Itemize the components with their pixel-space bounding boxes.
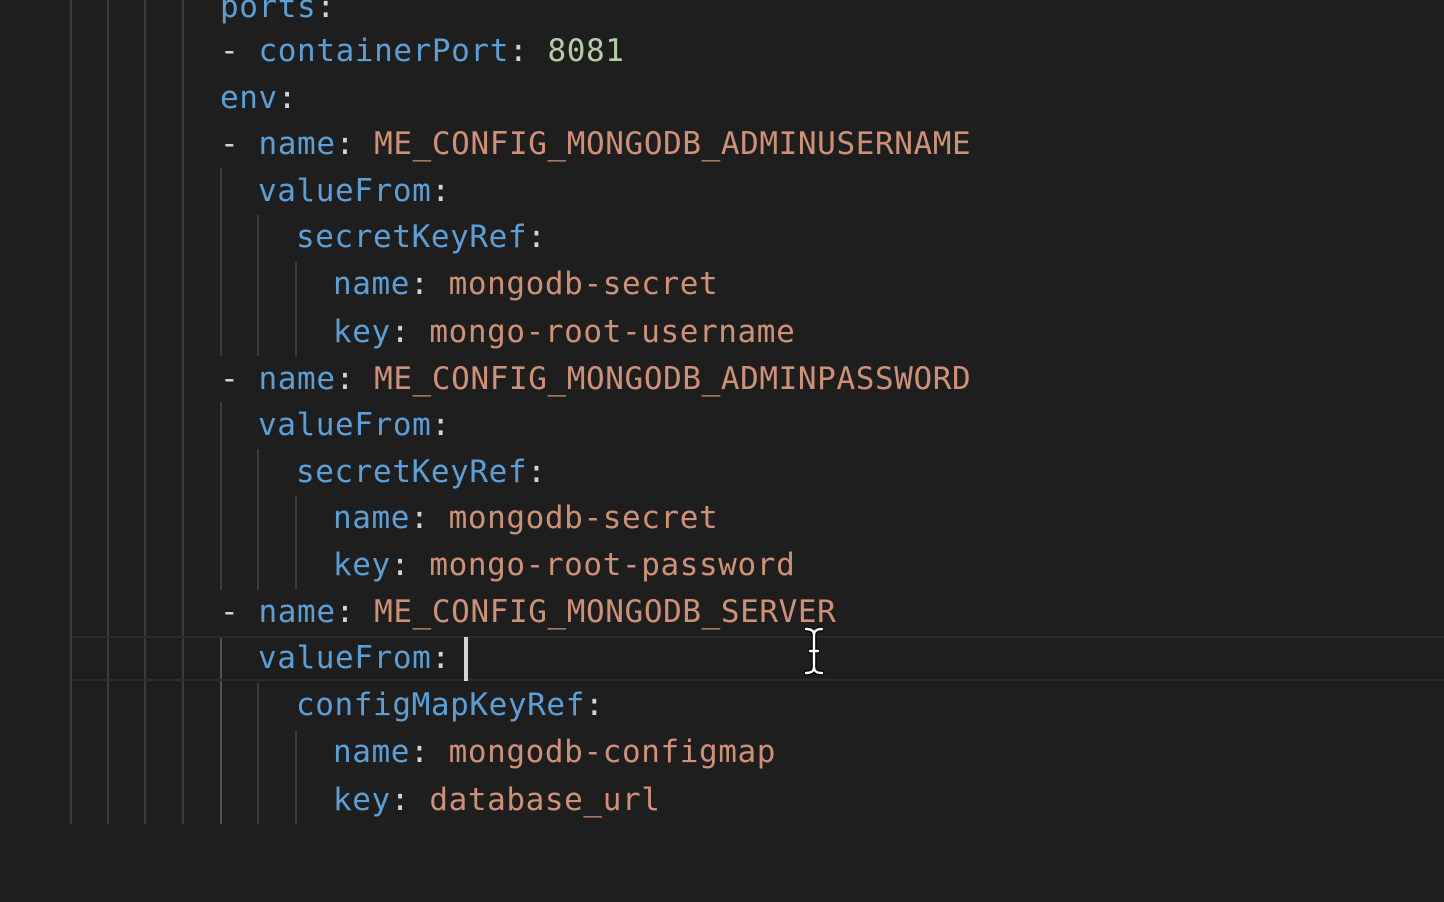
code-token: mongodb-secret [448,500,719,536]
code-line[interactable]: valueFrom: [258,402,451,448]
code-line[interactable]: name: mongodb-configmap [333,729,776,775]
indent-guide [144,0,146,824]
code-token: : [335,361,375,397]
code-token: : [335,126,375,162]
code-line[interactable]: ports: [220,0,336,30]
indent-guide [220,402,222,590]
code-line[interactable]: - name: ME_CONFIG_MONGODB_ADMINUSERNAME [220,121,971,167]
code-token: 8081 [547,33,625,69]
code-token: ME_CONFIG_MONGODB_SERVER [374,594,837,630]
code-token: mongo-root-password [429,547,796,583]
code-token: containerPort [258,33,509,69]
code-token: valueFrom [258,173,432,209]
code-token: ME_CONFIG_MONGODB_ADMINPASSWORD [374,361,972,397]
code-line[interactable]: - name: ME_CONFIG_MONGODB_SERVER [220,589,836,635]
code-token: - [220,361,259,397]
code-token: mongo-root-username [429,314,796,350]
code-token: valueFrom [258,407,432,443]
code-token: name [258,126,336,162]
code-token: ports [220,0,317,25]
code-token: configMapKeyRef [296,687,585,723]
code-token: : [335,594,375,630]
indent-guide [295,496,297,590]
code-token: : [277,80,298,116]
code-line[interactable]: valueFrom: [258,635,470,681]
code-token: name [333,266,411,302]
indent-guide [257,449,259,590]
code-line[interactable]: - name: ME_CONFIG_MONGODB_ADMINPASSWORD [220,356,971,402]
code-editor[interactable]: ports: - containerPort: 8081 env: - name… [0,0,1444,902]
code-line[interactable]: env: [220,75,297,121]
code-token: : [410,266,449,302]
code-line[interactable]: key: database_url [333,777,661,823]
code-token: : [527,454,547,490]
code-token: secretKeyRef [296,454,528,490]
code-line[interactable]: secretKeyRef: [296,214,546,260]
code-token: name [258,594,336,630]
indent-guide [70,0,72,824]
code-token: secretKeyRef [296,219,528,255]
code-token: key [333,782,391,818]
indent-guide [220,168,222,356]
code-line[interactable]: valueFrom: [258,168,451,214]
code-token: : [584,687,605,723]
code-token: : [410,734,449,770]
code-token: : [431,407,451,443]
code-token: : [390,314,430,350]
indent-guide [295,730,297,824]
code-token: ME_CONFIG_MONGODB_ADMINUSERNAME [374,126,972,162]
code-token: : [431,173,451,209]
code-token: : [410,500,449,536]
code-line[interactable]: key: mongo-root-username [333,309,795,355]
code-token: name [333,734,411,770]
indent-guide [182,0,184,824]
indent-guide [295,262,297,356]
code-token: key [333,547,391,583]
code-token: : [390,547,430,583]
code-line[interactable]: - containerPort: 8081 [220,28,625,74]
code-token: : [390,782,430,818]
indent-guide [257,683,259,824]
ibeam-cursor-icon [803,626,825,676]
indent-guide [107,0,109,824]
code-line[interactable]: name: mongodb-secret [333,261,718,307]
code-token: name [333,500,411,536]
code-line[interactable]: name: mongodb-secret [333,495,718,541]
code-token: key [333,314,391,350]
code-token: mongodb-configmap [448,734,777,770]
code-token: mongodb-secret [448,266,719,302]
code-token: database_url [429,782,661,818]
code-token: : [508,33,548,69]
code-token: : [316,0,336,25]
code-token: - [220,126,259,162]
code-token: valueFrom [258,640,432,676]
code-line[interactable]: configMapKeyRef: [296,682,604,728]
code-token: - [220,33,259,69]
indent-guide [257,215,259,356]
text-caret [464,637,468,681]
code-token: : [527,219,547,255]
code-token: - [220,594,259,630]
code-line[interactable]: secretKeyRef: [296,449,546,495]
code-line[interactable]: key: mongo-root-password [333,542,795,588]
code-token: name [258,361,336,397]
code-token: env [220,80,278,116]
